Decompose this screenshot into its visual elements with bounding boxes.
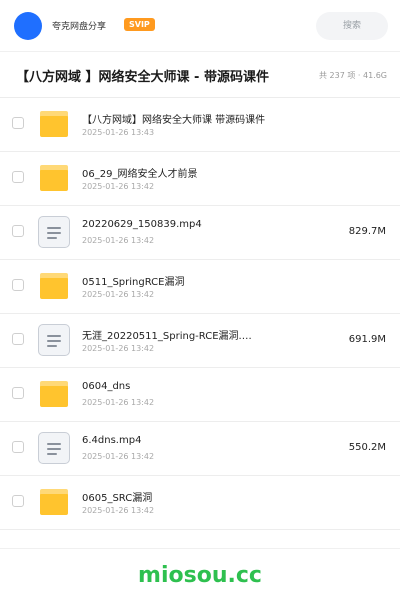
share-summary: 共 237 项 · 41.6G	[319, 71, 387, 80]
avatar[interactable]	[14, 12, 42, 40]
brand-name: 夸克网盘分享	[52, 22, 107, 32]
select-checkbox[interactable]	[12, 495, 24, 507]
folder-icon	[38, 108, 70, 140]
file-name: 0605_SRC漏洞	[82, 493, 153, 504]
file-name: 20220629_150839.mp4	[82, 219, 202, 230]
select-checkbox[interactable]	[12, 171, 24, 183]
file-name: 【八方网域】网络安全大师课 带源码课件	[82, 115, 266, 126]
select-checkbox[interactable]	[12, 387, 24, 399]
file-list: 【八方网域】网络安全大师课 带源码课件 2025-01-26 13:43 06_29…	[0, 98, 400, 530]
folder-icon	[38, 270, 70, 302]
file-name: 06_29_网络安全人才前景	[82, 169, 198, 180]
file-size: 691.9M	[348, 334, 386, 345]
file-size: 829.7M	[348, 226, 386, 237]
file-date: 2025-01-26 13:43	[82, 128, 155, 137]
file-row[interactable]: 无涯_20220511_Spring-RCE漏洞.… 2025-01-26 13:…	[0, 314, 400, 368]
file-date: 2025-01-26 13:42	[82, 398, 155, 407]
select-checkbox[interactable]	[12, 279, 24, 291]
file-date: 2025-01-26 13:42	[82, 452, 155, 461]
file-date: 2025-01-26 13:42	[82, 236, 155, 245]
select-checkbox[interactable]	[12, 333, 24, 345]
file-size: 550.2M	[348, 442, 386, 453]
file-name: 0511_SpringRCE漏洞	[82, 277, 185, 288]
file-icon	[38, 324, 70, 356]
file-row[interactable]: 【八方网域】网络安全大师课 带源码课件 2025-01-26 13:43	[0, 98, 400, 152]
header-bar: 夸克网盘分享 SVIP 搜索	[0, 0, 400, 52]
file-row[interactable]: 20220629_150839.mp4 2025-01-26 13:42 829.7…	[0, 206, 400, 260]
folder-icon	[38, 378, 70, 410]
folder-icon	[38, 486, 70, 518]
file-row[interactable]: 06_29_网络安全人才前景 2025-01-26 13:42	[0, 152, 400, 206]
file-name: 0604_dns	[82, 381, 131, 392]
file-date: 2025-01-26 13:42	[82, 290, 155, 299]
file-row[interactable]: 6.4dns.mp4 2025-01-26 13:42 550.2M	[0, 422, 400, 476]
file-icon	[38, 432, 70, 464]
file-row[interactable]: 0605_SRC漏洞 2025-01-26 13:42	[0, 476, 400, 530]
search-button[interactable]: 搜索	[316, 12, 388, 40]
folder-icon	[38, 162, 70, 194]
share-title-row: 【八方网域 】网络安全大师课 - 带源码课件 共 237 项 · 41.6G	[0, 52, 400, 98]
file-date: 2025-01-26 13:42	[82, 344, 155, 353]
file-row[interactable]: 0511_SpringRCE漏洞 2025-01-26 13:42	[0, 260, 400, 314]
share-page: 夸克网盘分享 SVIP 搜索 【八方网域 】网络安全大师课 - 带源码课件 共 …	[0, 0, 400, 600]
select-checkbox[interactable]	[12, 117, 24, 129]
file-date: 2025-01-26 13:42	[82, 506, 155, 515]
file-date: 2025-01-26 13:42	[82, 182, 155, 191]
file-icon	[38, 216, 70, 248]
page-title: 【八方网域 】网络安全大师课 - 带源码课件	[16, 70, 269, 85]
file-row[interactable]: 0604_dns 2025-01-26 13:42	[0, 368, 400, 422]
file-name: 6.4dns.mp4	[82, 435, 142, 446]
svip-badge: SVIP	[124, 18, 155, 31]
footer: miosou.cc	[0, 548, 400, 600]
watermark-text: miosou.cc	[138, 563, 262, 588]
select-checkbox[interactable]	[12, 225, 24, 237]
file-name: 无涯_20220511_Spring-RCE漏洞.…	[82, 331, 252, 342]
select-checkbox[interactable]	[12, 441, 24, 453]
